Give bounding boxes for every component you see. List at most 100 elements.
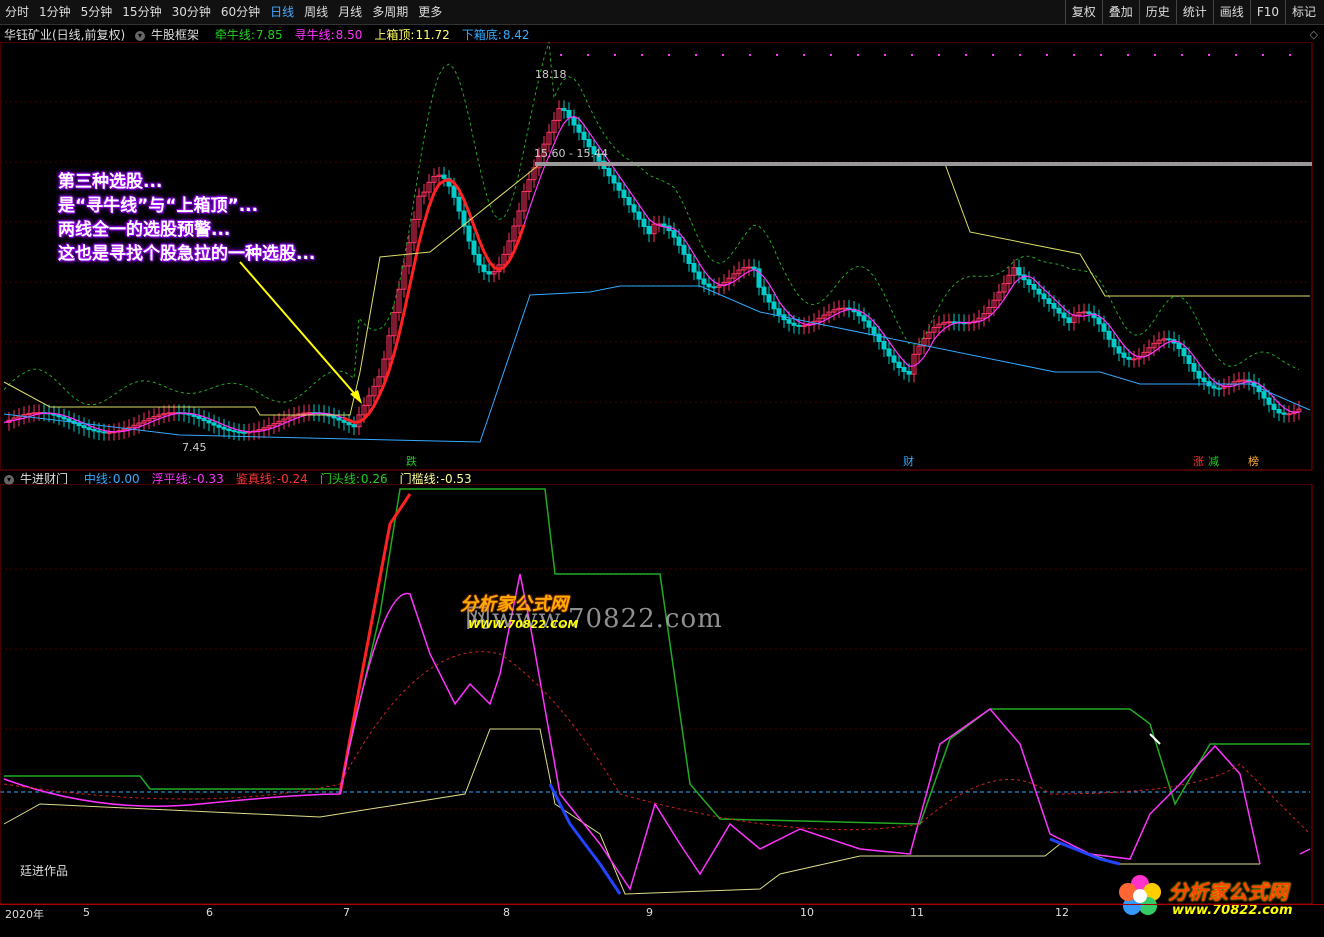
indicator-dropdown[interactable]: ▾ 牛股框架: [135, 28, 205, 42]
tool-button[interactable]: 统计: [1175, 0, 1213, 24]
legend-label: 上箱顶:: [374, 28, 415, 42]
low-price-label: 7.45: [182, 441, 207, 454]
legend-item: 下箱底:8.42: [462, 28, 536, 42]
period-tab[interactable]: 月线: [333, 0, 367, 24]
axis-tick-label: 11: [910, 906, 924, 919]
candle-body: [711, 286, 717, 289]
time-axis: 2020年 5 6 7 8 9 10 11 12: [0, 904, 1324, 921]
marker-dot: [1262, 54, 1264, 56]
legend-label: 牵牛线:: [214, 28, 255, 42]
candle-body: [1101, 323, 1107, 332]
candle-body: [441, 174, 447, 179]
period-tab[interactable]: 周线: [299, 0, 333, 24]
legend-item: 上箱顶:11.72: [374, 28, 455, 42]
period-tab[interactable]: 5分钟: [76, 0, 118, 24]
candle-body: [951, 321, 957, 324]
period-tab[interactable]: 15分钟: [117, 0, 166, 24]
marker-dot: [938, 54, 940, 56]
candle-body: [1066, 317, 1072, 324]
tool-button[interactable]: 复权: [1064, 0, 1102, 24]
axis-tick-label: 9: [646, 906, 653, 919]
candle-body: [1086, 311, 1092, 315]
candle-body: [96, 430, 102, 433]
collapse-arrow-icon[interactable]: ◇: [1310, 28, 1318, 41]
bull-run-segment: [343, 178, 526, 424]
indicator-name: 牛股框架: [151, 28, 200, 42]
candle-body: [351, 424, 357, 428]
candle-body: [631, 204, 637, 213]
indicator-chart[interactable]: [0, 484, 1324, 904]
marker-dot: [560, 54, 562, 56]
candle-body: [471, 240, 477, 255]
candle-body: [1216, 387, 1222, 390]
period-tab[interactable]: 更多: [413, 0, 447, 24]
candle-body: [56, 414, 62, 418]
candle-body: [1126, 356, 1132, 360]
tool-button[interactable]: 叠加: [1101, 0, 1139, 24]
candle-body: [871, 326, 877, 335]
tool-button[interactable]: F10: [1249, 0, 1285, 24]
high-price-label: 18.18: [535, 68, 567, 81]
candle-body: [1121, 352, 1127, 358]
brand-logo: 分析家公式网: [1168, 880, 1288, 904]
candle-body: [241, 431, 247, 434]
candle-body: [766, 294, 772, 303]
candle-body: [796, 324, 802, 327]
candle-body: [616, 182, 622, 191]
candle-body: [91, 428, 97, 432]
candle-body: [801, 325, 807, 328]
legend-value: 7.85: [255, 28, 283, 42]
signal-rank: 榜: [1248, 455, 1259, 468]
candle-body: [1286, 413, 1292, 416]
tool-button[interactable]: 画线: [1212, 0, 1250, 24]
candle-body: [776, 308, 782, 316]
candle-body: [621, 189, 627, 198]
candle-body: [1051, 303, 1057, 309]
candle-body: [661, 223, 667, 227]
candle-body: [101, 431, 107, 434]
period-tab[interactable]: 分时: [0, 0, 34, 24]
marker-dot: [1073, 54, 1075, 56]
candle-body: [676, 236, 682, 246]
candle-body: [166, 412, 172, 415]
period-tab[interactable]: 日线: [265, 0, 299, 24]
author-credit: 廷进作品: [20, 864, 69, 878]
period-tab[interactable]: 1分钟: [34, 0, 76, 24]
tool-button[interactable]: 历史: [1138, 0, 1176, 24]
stock-title[interactable]: 华钰矿业(日线,前复权): [4, 28, 125, 42]
candle-body: [906, 371, 912, 375]
candle-body: [1131, 358, 1137, 361]
candle-body: [886, 348, 892, 357]
candle-body: [466, 225, 472, 242]
candle-body: [691, 262, 697, 273]
marker-dot: [1046, 54, 1048, 56]
period-tab[interactable]: 多周期: [367, 0, 413, 24]
period-tab[interactable]: 60分钟: [216, 0, 265, 24]
candle-body: [76, 422, 82, 427]
marker-dot: [614, 54, 616, 56]
period-tabs: 分时 1分钟 5分钟 15分钟 30分钟 60分钟 日线 周线 月线 多周期 更多: [0, 0, 447, 24]
blue-segment: [1049, 837, 1121, 866]
candle-body: [486, 271, 492, 275]
box-range-label: 15.60 - 15.44: [534, 147, 608, 160]
annotation-line: 第三种选股...: [58, 172, 163, 192]
candle-body: [231, 430, 237, 433]
candle-body: [481, 264, 487, 273]
candle-body: [1211, 385, 1217, 389]
candle-body: [946, 321, 952, 324]
tool-button[interactable]: 标记: [1284, 0, 1322, 24]
candle-body: [81, 425, 87, 429]
chevron-down-icon[interactable]: ▾: [135, 30, 146, 41]
legend-label: 寻牛线:: [294, 28, 335, 42]
legend-value: 8.42: [502, 28, 530, 42]
candle-body: [341, 419, 347, 423]
chevron-down-icon[interactable]: ▾: [4, 474, 14, 485]
period-tab[interactable]: 30分钟: [167, 0, 216, 24]
marker-dot: [641, 54, 643, 56]
candle-body: [746, 266, 752, 269]
candle-body: [761, 286, 767, 296]
axis-tick-label: 7: [343, 906, 350, 919]
candle-body: [1241, 379, 1247, 382]
annotation-text: 第三种选股... 是“寻牛线”与“上箱顶”... 两线全一的选股预警... 这也…: [58, 170, 315, 266]
candle-body: [641, 218, 647, 227]
